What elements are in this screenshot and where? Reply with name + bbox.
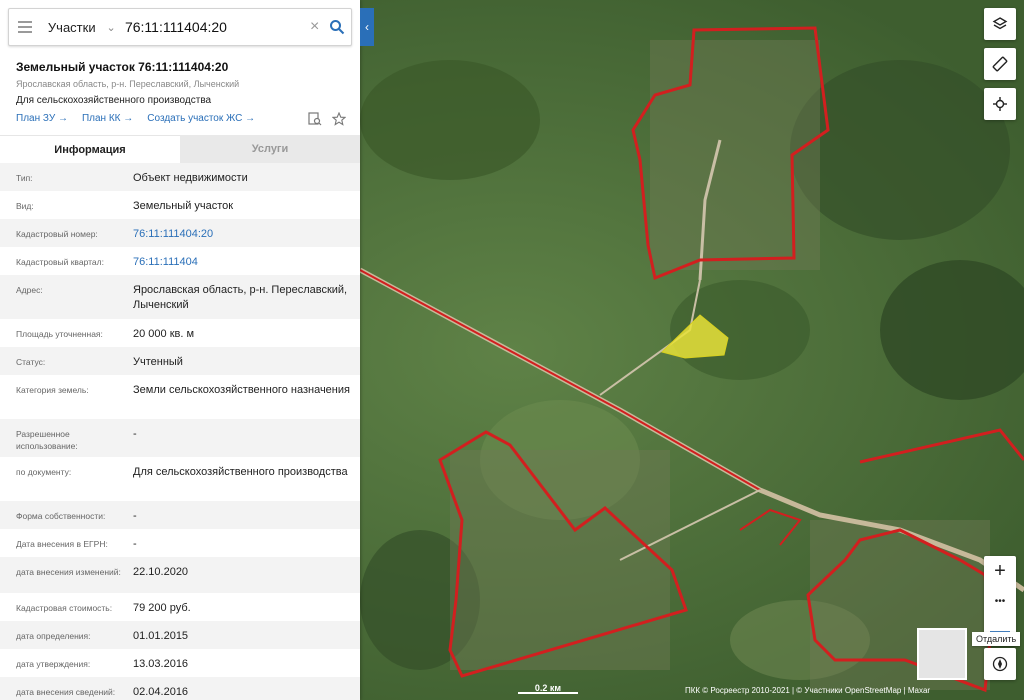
info-row: Кадастровая стоимость: 79 200 руб. <box>0 593 360 621</box>
object-title: Земельный участок 76:11:111404:20 <box>16 60 229 74</box>
create-parcel-link[interactable]: Создать участок ЖС → <box>147 113 255 124</box>
chevron-left-icon: ‹ <box>365 20 369 34</box>
tab-services[interactable]: Услуги <box>180 135 360 163</box>
info-key: дата внесения сведений: <box>16 687 116 697</box>
info-row: Статус: Учтенный <box>0 347 360 375</box>
info-row: Тип: Объект недвижимости <box>0 163 360 191</box>
info-key: Статус: <box>16 357 46 367</box>
info-row: дата определения: 01.01.2015 <box>0 621 360 649</box>
info-row: дата внесения сведений: 02.04.2016 <box>0 677 360 700</box>
info-row: Адрес: Ярославская область, р-н. Переслав… <box>0 275 360 319</box>
info-value: - <box>133 428 137 440</box>
ruler-icon <box>992 56 1008 72</box>
search-button[interactable] <box>323 19 351 35</box>
search-bar: Участки ⌄ × <box>8 8 352 46</box>
info-key: Площадь уточненная: <box>16 329 103 339</box>
search-document-icon[interactable] <box>308 112 322 126</box>
locate-button[interactable] <box>984 88 1016 120</box>
scale-bar: 0.2 км <box>518 684 578 694</box>
info-row: Кадастровый номер: 76:11:111404:20 <box>0 219 360 247</box>
info-row: Форма собственности: - <box>0 501 360 529</box>
info-key: Разрешенное использование: <box>16 429 78 451</box>
tab-info[interactable]: Информация <box>0 135 180 163</box>
compass-icon <box>992 656 1008 672</box>
plan-kk-link[interactable]: План КК → <box>82 113 133 124</box>
info-key: по документу: <box>16 467 72 477</box>
info-row: дата внесения изменений: 22.10.2020 <box>0 557 360 593</box>
category-select[interactable]: Участки <box>42 20 103 35</box>
layers-icon <box>992 17 1008 30</box>
info-key: дата утверждения: <box>16 659 91 669</box>
info-row: Площадь уточненная: 20 000 кв. м <box>0 319 360 347</box>
compass-button[interactable] <box>984 648 1016 680</box>
info-key: Дата внесения в ЕГРН: <box>16 539 108 549</box>
info-value: 01.01.2015 <box>133 630 189 642</box>
info-row: Разрешенное использование: - <box>0 419 360 457</box>
search-input[interactable] <box>118 12 306 42</box>
collapse-panel-button[interactable]: ‹ <box>360 8 374 46</box>
ruler-button[interactable] <box>984 48 1016 80</box>
info-value: - <box>133 510 137 522</box>
info-key: дата определения: <box>16 631 91 641</box>
info-value: 13.03.2016 <box>133 658 189 670</box>
search-icon <box>330 20 345 35</box>
layers-button[interactable] <box>984 8 1016 40</box>
clear-icon[interactable]: × <box>306 18 323 36</box>
info-value: 79 200 руб. <box>133 602 191 614</box>
more-button[interactable]: ••• <box>984 586 1016 616</box>
info-value: Объект недвижимости <box>133 172 248 184</box>
tabs: Информация Услуги <box>0 135 360 163</box>
info-key: Адрес: <box>16 285 43 295</box>
info-value: 22.10.2020 <box>133 566 189 578</box>
info-row: по документу: Для сельскохозяйственного п… <box>0 457 360 501</box>
info-key: Вид: <box>16 201 34 211</box>
crosshair-icon <box>993 97 1007 111</box>
info-value: Учтенный <box>133 356 183 368</box>
info-value: Земли сельскохозяйственного назначения <box>133 384 350 396</box>
plan-zu-link[interactable]: План ЗУ → <box>16 113 68 124</box>
menu-icon[interactable] <box>9 8 42 46</box>
object-links: План ЗУ → План КК → Создать участок ЖС → <box>16 113 255 124</box>
info-value: 20 000 кв. м <box>133 328 195 340</box>
info-value-link[interactable]: 76:11:111404:20 <box>133 219 360 247</box>
info-key: Кадастровый квартал: <box>16 257 104 267</box>
info-key: Тип: <box>16 173 33 183</box>
info-key: дата внесения изменений: <box>16 567 121 577</box>
info-key: Категория земель: <box>16 385 89 395</box>
attribution: ПКК © Росреестр 2010-2021 | © Участники … <box>685 686 931 695</box>
info-row: Категория земель: Земли сельскохозяйствен… <box>0 375 360 419</box>
object-use: Для сельскохозяйственного производства <box>16 95 212 106</box>
info-row: Вид: Земельный участок <box>0 191 360 219</box>
info-value: Земельный участок <box>133 200 234 212</box>
info-key: Форма собственности: <box>16 511 106 521</box>
info-value: - <box>133 538 137 550</box>
info-panel: Участки ⌄ × Земельный участок 76:11:1114… <box>0 0 360 700</box>
object-address: Ярославская область, р-н. Переславский, … <box>16 79 240 89</box>
chevron-down-icon[interactable]: ⌄ <box>103 21 119 34</box>
info-table: Тип: Объект недвижимости Вид: Земельный уча… <box>0 163 360 700</box>
star-icon[interactable] <box>332 112 346 126</box>
info-key: Кадастровая стоимость: <box>16 603 113 613</box>
info-row: Дата внесения в ЕГРН: - <box>0 529 360 557</box>
info-value: 02.04.2016 <box>133 686 189 698</box>
info-row: Кадастровый квартал: 76:11:111404 <box>0 247 360 275</box>
minimap[interactable] <box>917 628 967 680</box>
info-value: Ярославская область, р-н. Переславский, … <box>133 284 348 311</box>
info-key: Кадастровый номер: <box>16 229 98 239</box>
zoom-in-button[interactable]: + <box>984 556 1016 586</box>
info-value-link[interactable]: 76:11:111404 <box>133 247 360 275</box>
info-row: дата утверждения: 13.03.2016 <box>0 649 360 677</box>
info-value: Для сельскохозяйственного производства <box>133 466 348 478</box>
zoom-out-tooltip: Отдалить <box>972 632 1021 646</box>
